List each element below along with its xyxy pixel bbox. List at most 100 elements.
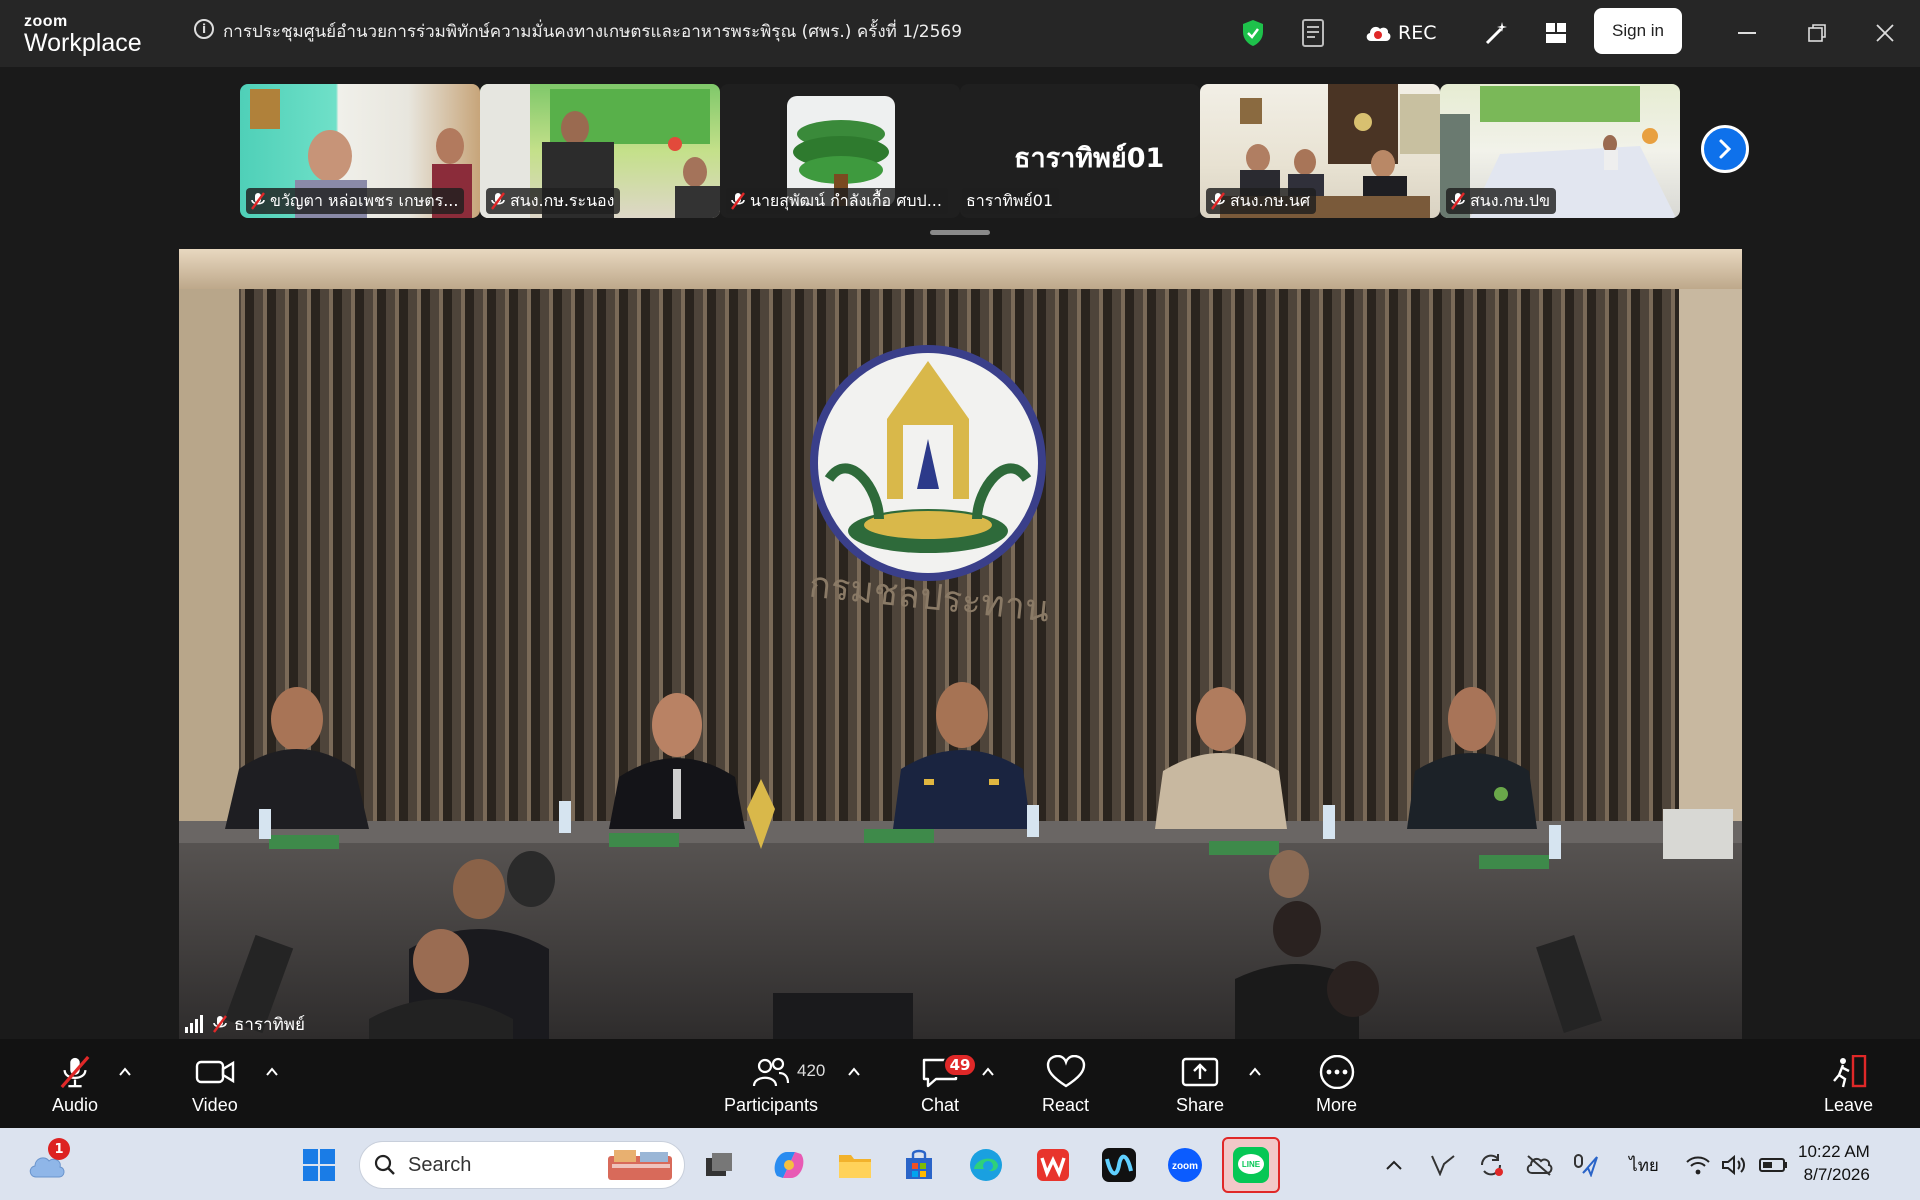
participant-tile[interactable]: สนง.กษ.ปข: [1440, 84, 1680, 218]
apps-icon[interactable]: [1542, 16, 1570, 50]
react-label: React: [1042, 1095, 1090, 1115]
webex-icon: [1102, 1148, 1136, 1182]
chat-label: Chat: [920, 1095, 960, 1115]
speaker-name: ธาราทิพย์: [234, 1014, 305, 1035]
video-options-chevron-up-icon[interactable]: [265, 1065, 279, 1079]
active-speaker-label: ธาราทิพย์: [184, 1010, 305, 1038]
close-icon[interactable]: [1870, 18, 1900, 48]
logo-top-text: zoom: [24, 13, 68, 30]
sign-in-button[interactable]: Sign in: [1594, 8, 1682, 54]
tray-app-icon[interactable]: [1428, 1152, 1458, 1178]
audio-button[interactable]: Audio: [52, 1055, 98, 1116]
zoom-app[interactable]: zoom: [1164, 1144, 1206, 1186]
mic-off-icon: [1211, 192, 1225, 210]
participants-label: Participants: [724, 1095, 819, 1115]
participant-label: สนง.กษ.นศ: [1206, 188, 1317, 214]
more-ellipsis-icon: [1319, 1055, 1354, 1089]
wps-office-app[interactable]: [1032, 1144, 1074, 1186]
minimize-icon[interactable]: [1732, 18, 1762, 48]
clock-date: 8/7/2026: [1803, 1165, 1870, 1184]
participant-label: นายสุพัฒน์ กำลังเกื้อ ศบป...: [726, 188, 948, 214]
share-label: Share: [1176, 1095, 1225, 1115]
microphone-location-icon[interactable]: [1570, 1152, 1600, 1178]
file-explorer-app[interactable]: [834, 1144, 876, 1186]
participant-label: ธาราทิพย์01: [962, 188, 1060, 214]
mic-muted-icon: [60, 1055, 90, 1089]
meeting-toolbar: Audio Video Participants 420 Chat 49 Rea…: [0, 1039, 1920, 1128]
zoom-logo: zoom Workplace: [24, 14, 142, 56]
copilot-app[interactable]: [768, 1144, 810, 1186]
show-hidden-icons-chevron-up-icon[interactable]: [1382, 1152, 1406, 1178]
task-view-button[interactable]: [698, 1144, 740, 1186]
title-bar: zoom Workplace i การประชุมศูนย์อำนวยการร…: [0, 0, 1920, 67]
participant-tile[interactable]: ขวัญตา หล่อเพชร เกษตร...: [240, 84, 480, 218]
clock-time: 10:22 AM: [1798, 1142, 1870, 1161]
cloud-recording-button[interactable]: REC: [1364, 16, 1444, 50]
share-screen-icon: [1181, 1057, 1219, 1087]
participants-icon: [752, 1057, 790, 1087]
zoom-icon: zoom: [1168, 1148, 1202, 1182]
audio-label: Audio: [52, 1095, 99, 1115]
audio-options-chevron-up-icon[interactable]: [118, 1065, 132, 1079]
share-button[interactable]: Share: [1176, 1055, 1224, 1116]
search-placeholder: Search: [408, 1153, 472, 1176]
leave-door-icon: [1832, 1055, 1866, 1088]
signal-strength-icon: [185, 1015, 203, 1033]
battery-icon[interactable]: [1758, 1152, 1790, 1178]
meeting-room-scene: กรมชลประทาน: [179, 249, 1742, 1039]
mic-off-icon: [491, 192, 505, 210]
share-options-chevron-up-icon[interactable]: [1248, 1065, 1262, 1079]
input-language[interactable]: ไทย: [1624, 1152, 1664, 1178]
ai-companion-icon[interactable]: [1480, 16, 1512, 50]
participant-strip: ขวัญตา หล่อเพชร เกษตร... สนง.กษ.ระนอง นา…: [0, 67, 1920, 247]
participant-tile[interactable]: สนง.กษ.ระนอง: [480, 84, 720, 218]
wifi-icon[interactable]: [1684, 1152, 1712, 1178]
info-icon[interactable]: i: [194, 19, 214, 39]
search-highlight-icon: [608, 1150, 672, 1180]
taskbar-clock[interactable]: 10:22 AM 8/7/2026: [1798, 1140, 1870, 1186]
microsoft-store-app[interactable]: [898, 1144, 940, 1186]
edge-browser-app[interactable]: [965, 1144, 1007, 1186]
line-app[interactable]: LINE: [1222, 1137, 1280, 1193]
cloud-offline-icon[interactable]: [1524, 1152, 1554, 1178]
edge-icon: [970, 1149, 1002, 1181]
participants-options-chevron-up-icon[interactable]: [847, 1065, 861, 1079]
webex-app[interactable]: [1098, 1144, 1140, 1186]
sync-icon[interactable]: [1476, 1152, 1506, 1178]
leave-button[interactable]: Leave: [1824, 1055, 1873, 1116]
logo-bottom-text: Workplace: [24, 29, 142, 57]
participant-tile[interactable]: นายสุพัฒน์ กำลังเกื้อ ศบป...: [720, 84, 960, 218]
folder-icon: [839, 1155, 871, 1178]
heart-icon: [1046, 1055, 1085, 1088]
participant-label: ขวัญตา หล่อเพชร เกษตร...: [246, 188, 465, 214]
mic-off-icon: [731, 192, 745, 210]
mic-off-icon: [251, 192, 265, 210]
video-button[interactable]: Video: [192, 1055, 238, 1116]
mic-off-icon: [213, 1015, 227, 1033]
restore-icon[interactable]: [1802, 18, 1832, 48]
start-button[interactable]: [298, 1144, 340, 1186]
mic-off-icon: [1451, 192, 1465, 210]
leave-label: Leave: [1824, 1095, 1874, 1115]
notes-icon[interactable]: [1300, 16, 1328, 50]
active-speaker-video: กรมชลประทาน: [179, 249, 1742, 1039]
next-page-button[interactable]: [1701, 125, 1749, 173]
volume-icon[interactable]: [1720, 1152, 1748, 1178]
participant-tile[interactable]: สนง.กษ.นศ: [1200, 84, 1440, 218]
search-icon: [374, 1154, 395, 1175]
rec-label: REC: [1398, 22, 1437, 44]
video-label: Video: [192, 1095, 238, 1115]
wps-icon: [1037, 1149, 1069, 1181]
strip-resize-handle[interactable]: [930, 230, 990, 235]
chat-options-chevron-up-icon[interactable]: [981, 1065, 995, 1079]
react-button[interactable]: React: [1042, 1055, 1089, 1116]
windows-logo-icon: [303, 1149, 335, 1181]
taskbar-search-box[interactable]: Search: [359, 1141, 685, 1189]
participant-tile[interactable]: ธาราทิพย์01 ธาราทิพย์01: [960, 84, 1200, 218]
svg-text:zoom: zoom: [1172, 1161, 1198, 1172]
participant-label: สนง.กษ.ปข: [1446, 188, 1557, 214]
encryption-shield-icon[interactable]: [1240, 16, 1266, 50]
store-icon: [906, 1149, 932, 1179]
task-view-icon: [706, 1153, 732, 1176]
more-button[interactable]: More: [1316, 1055, 1357, 1116]
